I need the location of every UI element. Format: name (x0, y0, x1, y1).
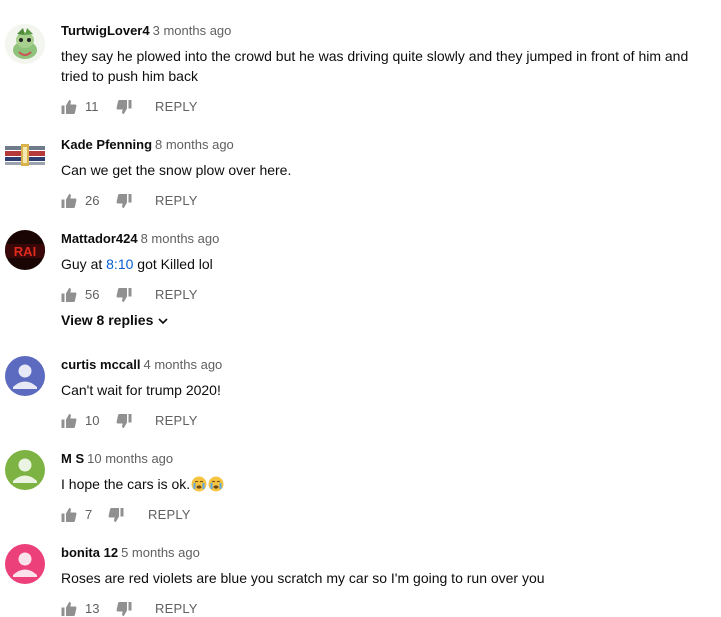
emblem-avatar-icon (3, 138, 47, 172)
like-count: 56 (85, 287, 100, 302)
author-avatar[interactable] (3, 138, 47, 172)
author-name[interactable]: curtis mccall (61, 357, 141, 372)
avatar-logo-text: RAI (14, 244, 36, 259)
comment-actions: 7 REPLY (61, 504, 701, 526)
comment-time[interactable]: 8 months ago (141, 231, 220, 246)
thumbs-down-icon[interactable] (116, 287, 132, 306)
author-avatar[interactable] (5, 356, 45, 396)
comment-body: Kade Pfenning 8 months ago Can we get the… (61, 136, 701, 212)
author-name[interactable]: Mattador424 (61, 231, 138, 246)
reply-button[interactable]: REPLY (155, 601, 198, 617)
comment-text: they say he plowed into the crowd but he… (61, 48, 689, 84)
like-count: 13 (85, 601, 100, 616)
comment-header: M S 10 months ago (61, 450, 701, 468)
comment-actions: 10 REPLY (61, 410, 701, 432)
reply-button[interactable]: REPLY (148, 507, 191, 523)
reply-button[interactable]: REPLY (155, 193, 198, 209)
thumbs-down-icon[interactable] (116, 601, 132, 617)
thumbs-down-icon[interactable] (116, 193, 132, 212)
thumbs-down-icon[interactable] (116, 99, 132, 118)
reply-button[interactable]: REPLY (155, 413, 198, 429)
comment-actions: 26 REPLY (61, 190, 701, 212)
comment-time[interactable]: 3 months ago (153, 23, 232, 38)
default-user-avatar-icon (13, 552, 37, 577)
thumbs-up-icon[interactable] (61, 287, 77, 306)
chevron-down-icon (158, 318, 168, 325)
author-avatar[interactable]: RAI (5, 230, 45, 270)
rai-logo-avatar-icon: RAI (5, 230, 45, 270)
comment-actions: 13 REPLY (61, 598, 701, 617)
comment-body: Mattador424 8 months ago Guy at 8:10 got … (61, 230, 701, 306)
comment-text: Roses are red violets are blue you scrat… (61, 570, 545, 586)
comment-body: TurtwigLover4 3 months ago they say he pl… (61, 22, 701, 118)
comment-text: Can we get the snow plow over here. (61, 162, 292, 178)
thumbs-up-icon[interactable] (61, 99, 77, 118)
like-count: 10 (85, 413, 100, 428)
thumbs-down-icon[interactable] (116, 413, 132, 432)
comment-time[interactable]: 4 months ago (144, 357, 223, 372)
comment-header: bonita 12 5 months ago (61, 544, 701, 562)
comment-text: Can't wait for trump 2020! (61, 382, 221, 398)
like-count: 7 (85, 507, 93, 522)
author-name[interactable]: TurtwigLover4 (61, 23, 150, 38)
thumbs-up-icon[interactable] (61, 507, 77, 526)
comment-text-before: Guy at (61, 256, 107, 272)
comment-header: Kade Pfenning 8 months ago (61, 136, 701, 154)
like-count: 26 (85, 193, 100, 208)
author-name[interactable]: bonita 12 (61, 545, 118, 560)
thumbs-down-icon[interactable] (108, 507, 124, 526)
comment-body: M S 10 months ago I hope the cars is ok. … (61, 450, 701, 526)
thumbs-up-icon[interactable] (61, 413, 77, 432)
default-user-avatar-icon (13, 364, 37, 389)
comment-time[interactable]: 10 months ago (87, 451, 173, 466)
comment-header: curtis mccall 4 months ago (61, 356, 701, 374)
comment-header: Mattador424 8 months ago (61, 230, 701, 248)
author-avatar[interactable] (5, 24, 45, 64)
default-user-avatar-icon (13, 458, 37, 483)
reply-button[interactable]: REPLY (155, 287, 198, 303)
crying-face-icon (191, 476, 207, 492)
comment-actions: 56 REPLY (61, 284, 701, 306)
view-replies-label: View 8 replies (61, 312, 154, 328)
timestamp-link[interactable]: 8:10 (106, 256, 133, 272)
thumbs-up-icon[interactable] (61, 601, 77, 617)
view-replies-button[interactable]: View 8 replies (61, 311, 169, 329)
turtwig-avatar-icon (5, 24, 45, 64)
comment-time[interactable]: 5 months ago (121, 545, 200, 560)
crying-face-icon (208, 476, 224, 492)
comment-time[interactable]: 8 months ago (155, 137, 234, 152)
comment-text-after: got Killed lol (133, 256, 213, 272)
reply-button[interactable]: REPLY (155, 99, 198, 115)
comment-body: curtis mccall 4 months ago Can't wait for… (61, 356, 701, 432)
comment-body: bonita 12 5 months ago Roses are red viol… (61, 544, 701, 617)
author-avatar[interactable] (5, 544, 45, 584)
thumbs-up-icon[interactable] (61, 193, 77, 212)
author-name[interactable]: Kade Pfenning (61, 137, 152, 152)
like-count: 11 (85, 99, 99, 114)
author-name[interactable]: M S (61, 451, 84, 466)
comment-text: Guy at 8:10 got Killed lol (61, 254, 701, 274)
comment-header: TurtwigLover4 3 months ago (61, 22, 701, 40)
author-avatar[interactable] (5, 450, 45, 490)
comment-text-main: I hope the cars is ok. (61, 476, 191, 492)
comment-text: I hope the cars is ok. (61, 474, 701, 494)
comment-actions: 11 REPLY (61, 96, 701, 118)
